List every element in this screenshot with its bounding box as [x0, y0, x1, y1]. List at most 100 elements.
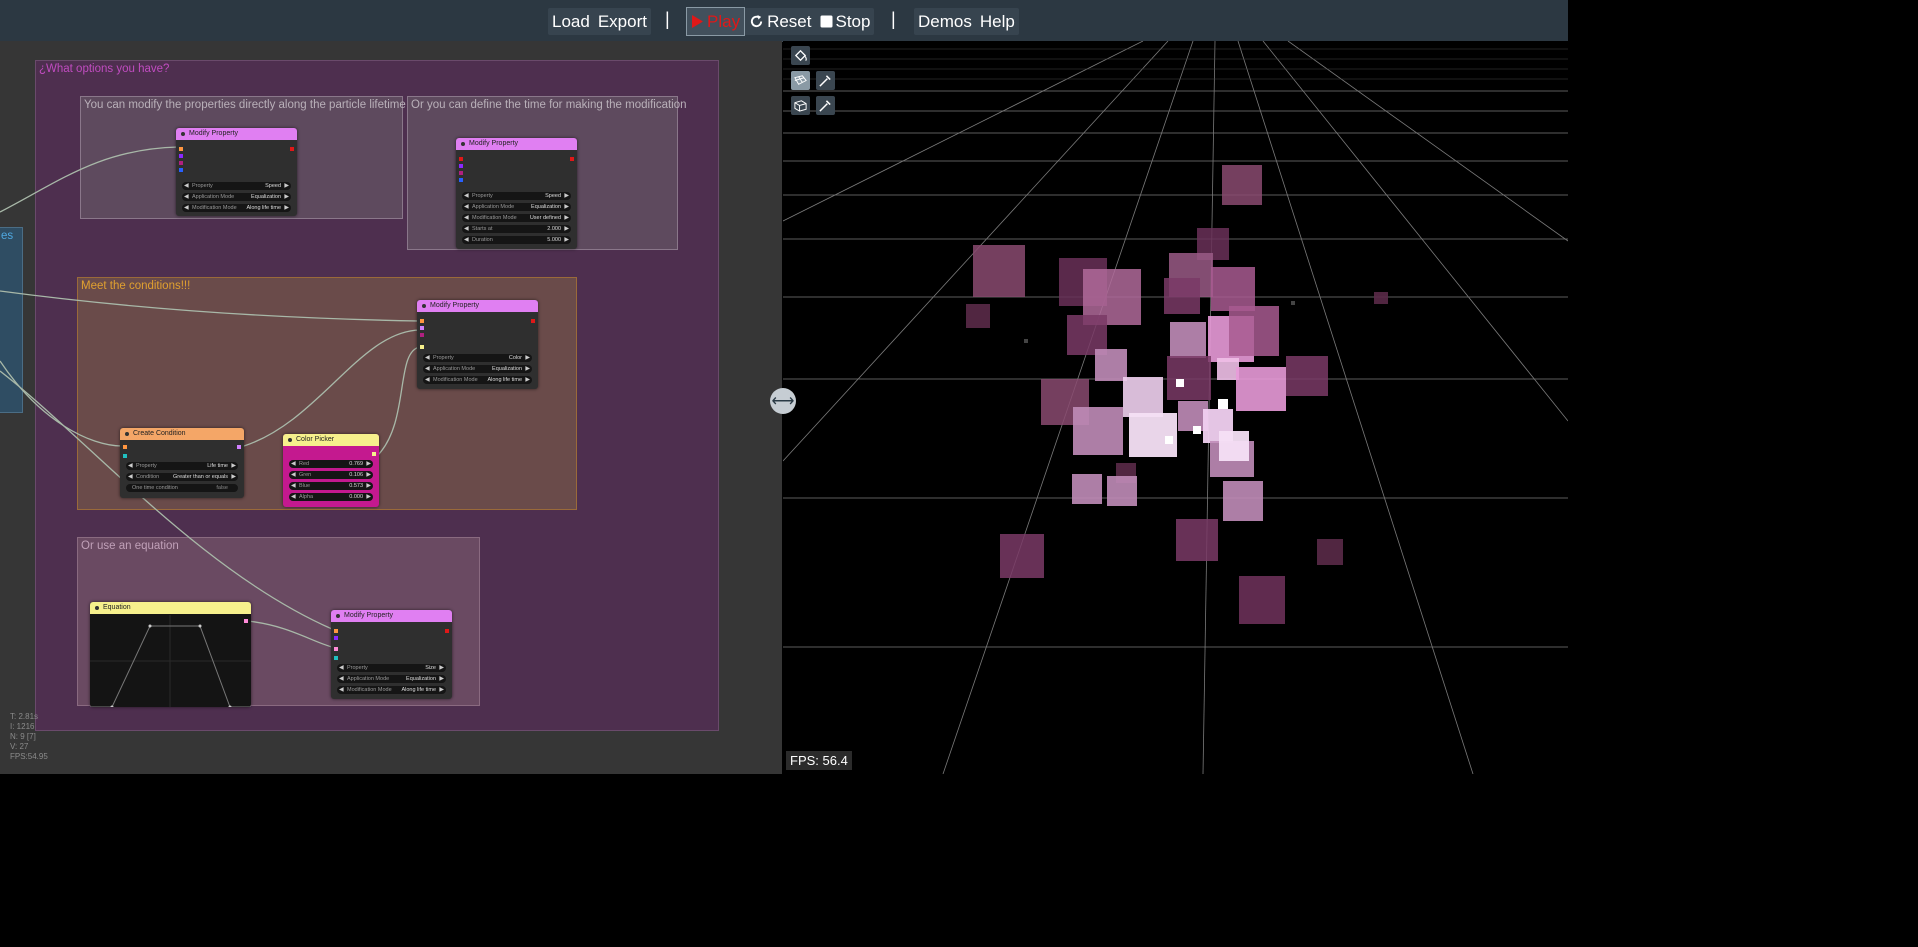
box-grid-icon[interactable]	[791, 96, 810, 115]
widget-label: Property	[472, 193, 493, 199]
widget-label: Gren	[299, 472, 312, 478]
one-time-condition-toggle[interactable]: One time condition false	[126, 484, 238, 492]
panel-resize-handle[interactable]: ⟷	[770, 388, 796, 414]
condition-combo[interactable]: ◀ Condition Greater than or equals ▶	[126, 473, 238, 481]
property-combo[interactable]: ◀ Property Speed ▶	[182, 182, 291, 190]
blue-number[interactable]: ◀ Blue 0.573 ▶	[289, 482, 373, 490]
node-header[interactable]: Modify Property	[456, 138, 577, 150]
widget-value: Along life time	[487, 377, 522, 383]
widget-value: Life time	[207, 463, 228, 469]
widget-label: Modification Mode	[192, 205, 237, 211]
modify-property-node[interactable]: Modify Property ◀ Property Size ▶ ◀ Applicat…	[331, 610, 452, 699]
widget-value: 5.000	[547, 237, 561, 243]
input-slot[interactable]	[179, 154, 183, 158]
plane-grid-icon[interactable]	[791, 71, 810, 90]
resize-arrows-icon: ⟷	[771, 393, 795, 410]
output-slot[interactable]	[445, 629, 449, 633]
input-slot[interactable]	[334, 636, 338, 640]
particle-system	[966, 165, 1388, 624]
application-mode-combo[interactable]: ◀ Application Mode Equalization ▶	[337, 675, 446, 683]
property-combo[interactable]: ◀ Property Speed ▶	[462, 192, 571, 200]
input-slot[interactable]	[179, 147, 183, 151]
link-speed-lifetime	[0, 146, 179, 213]
widget-value: 0.000	[349, 494, 363, 500]
eyedropper-icon[interactable]	[816, 96, 835, 115]
stop-button[interactable]: Stop	[816, 8, 875, 35]
input-slot[interactable]	[334, 629, 338, 633]
node-header[interactable]: Modify Property	[176, 128, 297, 140]
input-slot[interactable]	[459, 178, 463, 182]
widget-value: Along life time	[246, 205, 281, 211]
node-title: Modify Property	[430, 302, 480, 309]
modification-mode-combo[interactable]: ◀ Modification Mode Along life time ▶	[423, 376, 532, 384]
modification-mode-combo[interactable]: ◀ Modification Mode Along life time ▶	[182, 204, 291, 212]
duration-number[interactable]: ◀ Duration 5.000 ▶	[462, 236, 571, 244]
output-slot[interactable]	[290, 147, 294, 151]
application-mode-combo[interactable]: ◀ Application Mode Equalization ▶	[462, 203, 571, 211]
modification-mode-combo[interactable]: ◀ Modification Mode Along life time ▶	[337, 686, 446, 694]
green-number[interactable]: ◀ Gren 0.106 ▶	[289, 471, 373, 479]
application-mode-combo[interactable]: ◀ Application Mode Equalization ▶	[182, 193, 291, 201]
input-slot[interactable]	[179, 168, 183, 172]
modify-property-node[interactable]: Modify Property ◀ Property Color ▶ ◀ Applica…	[417, 300, 538, 389]
node-header[interactable]: Modify Property	[417, 300, 538, 312]
property-combo[interactable]: ◀ Property Color ▶	[423, 354, 532, 362]
input-slot[interactable]	[420, 345, 424, 349]
equation-node[interactable]: Equation	[90, 602, 251, 707]
toolbar-separator: |	[891, 9, 896, 29]
widget-label: Blue	[299, 483, 311, 489]
color-picker-node[interactable]: Color Picker ◀ Red 0.769 ▶ ◀ Gren 0.106 ▶ ◀ Blu…	[283, 434, 379, 507]
input-slot[interactable]	[123, 454, 127, 458]
node-graph-editor[interactable]: es ¿What options you have? You can modif…	[0, 41, 782, 774]
eyedropper-icon[interactable]	[816, 71, 835, 90]
output-slot[interactable]	[531, 319, 535, 323]
modify-property-node[interactable]: Modify Property ◀ Property Speed ▶ ◀ Applica…	[176, 128, 297, 216]
input-slot[interactable]	[459, 164, 463, 168]
node-header[interactable]: Color Picker	[283, 434, 379, 446]
toolbar-separator: |	[665, 9, 670, 29]
alpha-number[interactable]: ◀ Alpha 0.000 ▶	[289, 493, 373, 501]
input-slot[interactable]	[420, 326, 424, 330]
property-combo[interactable]: ◀ Property Size ▶	[337, 664, 446, 672]
node-header[interactable]: Equation	[90, 602, 251, 614]
modify-property-node[interactable]: Modify Property ◀ Property Speed ▶ ◀ Applica…	[456, 138, 577, 249]
widget-label: Application Mode	[192, 194, 235, 200]
widget-value: 0.769	[349, 461, 363, 467]
3d-viewport[interactable]: FPS: 56.4	[783, 41, 1568, 774]
property-combo[interactable]: ◀ Property Life time ▶	[126, 462, 238, 470]
reset-button[interactable]: Reset	[745, 8, 815, 35]
modification-mode-combo[interactable]: ◀ Modification Mode User defined ▶	[462, 214, 571, 222]
export-button[interactable]: Export	[594, 8, 651, 35]
equation-curve-editor[interactable]	[90, 615, 251, 707]
top-toolbar: Load Export | Play Reset Stop | Demos He…	[0, 0, 1568, 42]
input-slot[interactable]	[334, 656, 338, 660]
node-header[interactable]: Create Condition	[120, 428, 244, 440]
load-button[interactable]: Load	[548, 8, 594, 35]
play-button[interactable]: Play	[686, 7, 746, 36]
starts-at-number[interactable]: ◀ Starts at 2.000 ▶	[462, 225, 571, 233]
input-slot[interactable]	[123, 445, 127, 449]
demos-button[interactable]: Demos	[914, 8, 976, 35]
playback-button-group: Play Reset Stop	[686, 7, 875, 36]
node-title: Equation	[103, 604, 131, 611]
input-slot[interactable]	[459, 171, 463, 175]
input-slot[interactable]	[420, 319, 424, 323]
output-slot[interactable]	[570, 157, 574, 161]
input-slot[interactable]	[179, 161, 183, 165]
output-slot[interactable]	[372, 452, 376, 456]
node-header[interactable]: Modify Property	[331, 610, 452, 622]
input-slot[interactable]	[459, 157, 463, 161]
red-number[interactable]: ◀ Red 0.769 ▶	[289, 460, 373, 468]
stat-iterations: I: 1216	[10, 722, 35, 731]
input-slot[interactable]	[334, 647, 338, 651]
output-slot[interactable]	[237, 445, 241, 449]
paint-bucket-icon[interactable]	[791, 46, 810, 65]
input-slot[interactable]	[420, 333, 424, 337]
node-title: Modify Property	[469, 140, 519, 147]
stat-visible: V: 27	[10, 742, 29, 751]
play-icon	[692, 15, 703, 28]
application-mode-combo[interactable]: ◀ Application Mode Equalization ▶	[423, 365, 532, 373]
create-condition-node[interactable]: Create Condition ◀ Property Life time ▶ ◀ Co…	[120, 428, 244, 498]
widget-value: Speed	[545, 193, 561, 199]
help-button[interactable]: Help	[976, 8, 1019, 35]
